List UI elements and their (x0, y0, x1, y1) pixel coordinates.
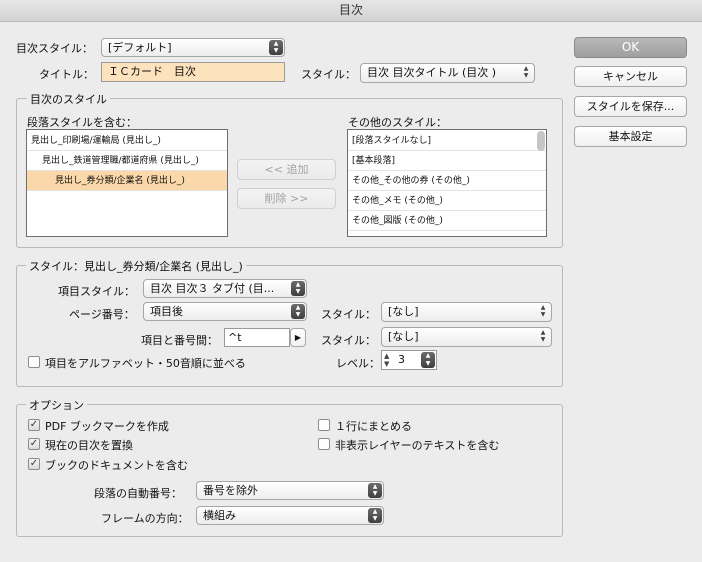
one-line-checkbox[interactable] (318, 419, 330, 431)
stepper-icon: ▲ ▼ (269, 40, 283, 55)
one-line-label: １行にまとめる (335, 420, 412, 433)
include-item-2[interactable]: 見出し_鉄道管理職/都道府県 (見出し_) (27, 151, 227, 171)
other-item-1[interactable]: [段落スタイルなし] (348, 131, 546, 151)
stepper-icon: ▲ ▼ (540, 329, 546, 343)
title-input[interactable]: ＩＣカード 目次 (101, 62, 285, 82)
frame-direction-label: フレームの方向： (101, 512, 189, 525)
level-label: レベル： (336, 357, 380, 370)
hidden-layers-checkbox[interactable] (318, 438, 330, 450)
frame-direction-value: 横組み (203, 509, 236, 522)
page-number-value: 項目後 (150, 305, 183, 318)
scrollbar-thumb[interactable] (537, 131, 545, 151)
other-styles-label: その他のスタイル： (348, 116, 447, 129)
entry-style-label: 項目スタイル： (58, 285, 135, 298)
remove-button[interactable]: 削除 >> (237, 188, 336, 209)
hidden-layers-label: 非表示レイヤーのテキストを含む (335, 439, 500, 452)
title-style-select[interactable]: 目次 目次タイトル (目次 ) ▲ ▼ (360, 63, 535, 83)
other-styles-list[interactable]: [段落スタイルなし] [基本段落] その他_その他の券 (その他_) その他_メ… (347, 129, 547, 237)
frame-direction-select[interactable]: 横組み ▲ ▼ (196, 506, 384, 525)
toc-style-value: [デフォルト] (108, 41, 172, 54)
page-style-label: スタイル： (321, 308, 376, 321)
between-style-select[interactable]: [なし] ▲ ▼ (381, 327, 552, 347)
between-label: 項目と番号間： (141, 334, 218, 347)
pdf-bookmark-checkbox[interactable]: ✓ (28, 419, 40, 431)
toc-style-label: 目次スタイル： (16, 42, 93, 55)
other-item-4[interactable]: その他_メモ (その他_) (348, 191, 546, 211)
between-input[interactable]: ^t (224, 328, 290, 347)
title-label: タイトル： (39, 68, 94, 81)
basic-settings-button[interactable]: 基本設定 (574, 126, 687, 147)
other-item-5[interactable]: その他_図版 (その他_) (348, 211, 546, 231)
dropdown-stepper-icon[interactable]: ▲ ▼ (421, 352, 435, 368)
include-item-3[interactable]: 見出し_券分類/企業名 (見出し_) (27, 171, 227, 191)
stepper-icon: ▲ ▼ (540, 304, 546, 318)
auto-number-select[interactable]: 番号を除外 ▲ ▼ (196, 481, 384, 500)
page-style-select[interactable]: [なし] ▲ ▼ (381, 302, 552, 322)
window-title: 目次 (0, 0, 702, 22)
include-book-label: ブックのドキュメントを含む (45, 459, 188, 472)
toc-styles-group-title: 目次のスタイル (27, 91, 110, 107)
pdf-bookmark-label: PDF ブックマークを作成 (45, 420, 169, 433)
page-style-value: [なし] (388, 305, 419, 318)
other-item-2[interactable]: [基本段落] (348, 151, 546, 171)
insert-special-menu-button[interactable]: ▶ (290, 328, 306, 347)
auto-number-label: 段落の自動番号： (94, 487, 182, 500)
between-style-label: スタイル： (321, 334, 376, 347)
level-value: 3 (398, 353, 405, 366)
include-book-checkbox[interactable]: ✓ (28, 458, 40, 470)
level-stepper[interactable]: ▲ ▼ 3 ▲ ▼ (381, 350, 437, 370)
include-item-1[interactable]: 見出し_印刷場/運輸局 (見出し_) (27, 131, 227, 151)
title-style-label: スタイル： (301, 68, 356, 81)
sort-checkbox[interactable] (28, 356, 40, 368)
cancel-button[interactable]: キャンセル (574, 66, 687, 87)
title-style-value: 目次 目次タイトル (目次 ) (367, 66, 497, 79)
other-item-3[interactable]: その他_その他の券 (その他_) (348, 171, 546, 191)
stepper-icon: ▲ ▼ (523, 65, 529, 79)
checkmark-icon: ✓ (29, 419, 39, 430)
between-style-value: [なし] (388, 330, 419, 343)
replace-toc-label: 現在の目次を置換 (45, 439, 133, 452)
style-group-title: スタイル：見出し_券分類/企業名 (見出し_) (26, 258, 246, 274)
toc-style-select[interactable]: [デフォルト] ▲ ▼ (101, 38, 285, 57)
page-number-label: ページ番号： (69, 308, 135, 321)
entry-style-select[interactable]: 目次 目次３ タブ付 (目... ▲ ▼ (143, 279, 307, 298)
save-style-button[interactable]: スタイルを保存... (574, 96, 687, 117)
stepper-icon: ▲ ▼ (291, 281, 305, 296)
ok-button[interactable]: OK (574, 37, 687, 58)
stepper-icon: ▲ ▼ (368, 483, 382, 498)
auto-number-value: 番号を除外 (203, 484, 258, 497)
include-styles-label: 段落スタイルを含む： (27, 116, 137, 129)
page-number-select[interactable]: 項目後 ▲ ▼ (143, 302, 307, 321)
stepper-icon: ▲ ▼ (291, 304, 305, 319)
checkmark-icon: ✓ (29, 438, 39, 449)
stepper-icon[interactable]: ▲ ▼ (384, 352, 389, 368)
checkmark-icon: ✓ (29, 458, 39, 469)
entry-style-value: 目次 目次３ タブ付 (目... (150, 282, 275, 295)
triangle-right-icon: ▶ (294, 333, 302, 342)
options-group-title: オプション (26, 397, 87, 413)
include-styles-list[interactable]: 見出し_印刷場/運輸局 (見出し_) 見出し_鉄道管理職/都道府県 (見出し_)… (26, 129, 228, 237)
add-button[interactable]: << 追加 (237, 159, 336, 180)
sort-label: 項目をアルファベット・50音順に並べる (45, 357, 246, 370)
replace-toc-checkbox[interactable]: ✓ (28, 438, 40, 450)
stepper-icon: ▲ ▼ (368, 508, 382, 523)
